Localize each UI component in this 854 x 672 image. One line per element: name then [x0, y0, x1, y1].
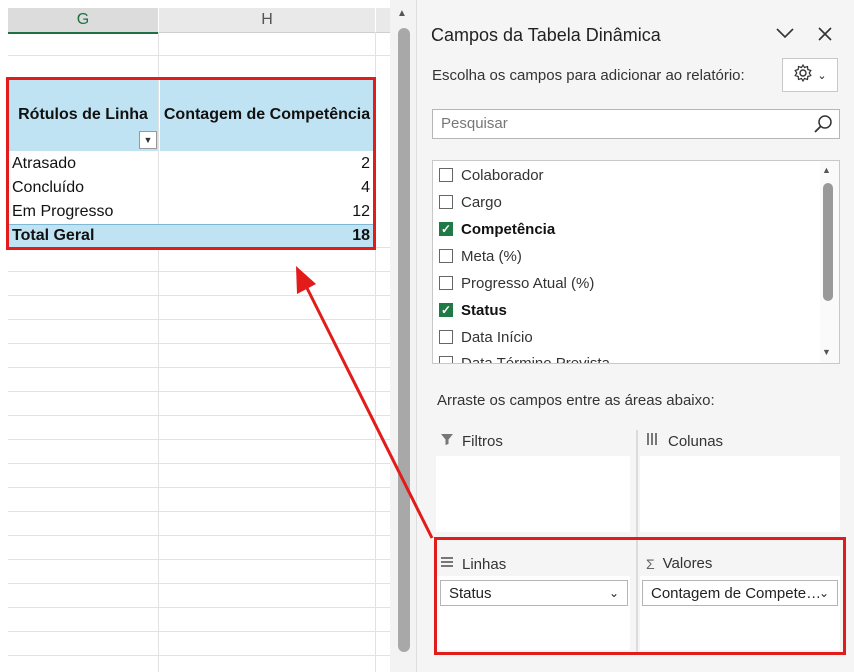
arrow-line	[304, 285, 434, 539]
annotation-arrow	[296, 266, 434, 539]
arrow-head	[296, 266, 316, 294]
